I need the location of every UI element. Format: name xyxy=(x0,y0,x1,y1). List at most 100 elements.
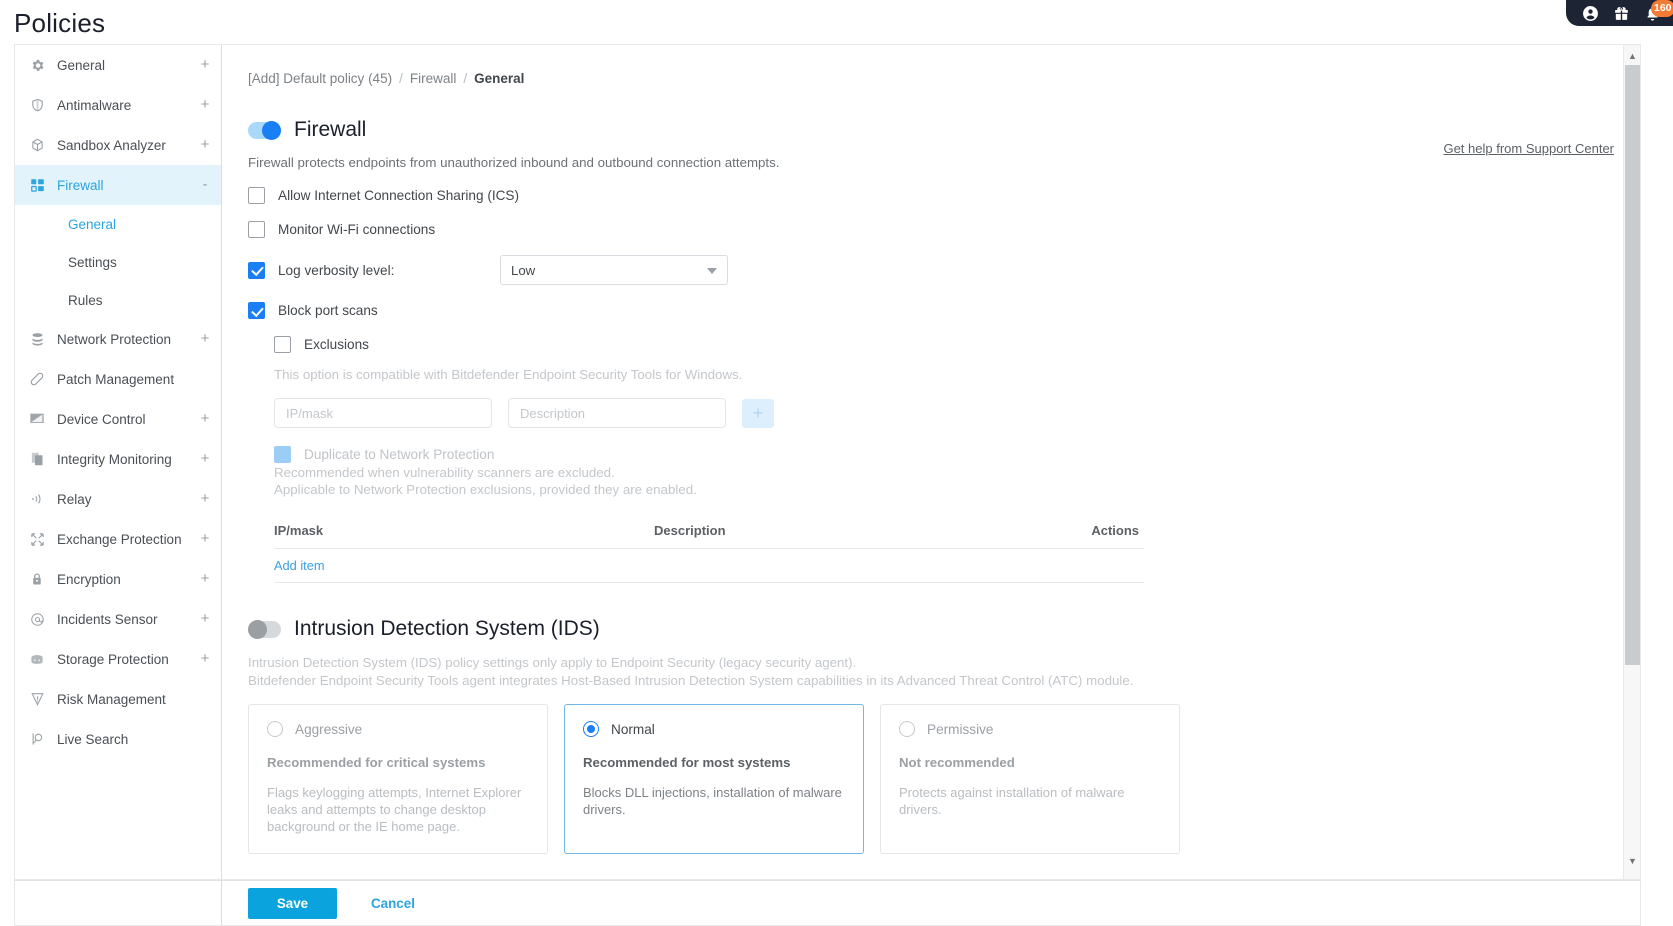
expander-icon[interactable]: + xyxy=(199,411,211,426)
ids-description-line-1: Intrusion Detection System (IDS) policy … xyxy=(248,655,857,670)
ids-level-subtitle: Recommended for most systems xyxy=(583,755,791,770)
sidebar-item-incidents-sensor[interactable]: Incidents Sensor + xyxy=(15,599,221,639)
ids-level-radio-permissive[interactable] xyxy=(899,721,915,737)
ids-level-name: Aggressive xyxy=(295,721,363,737)
column-header-actions: Actions xyxy=(1091,523,1139,538)
add-exclusion-button[interactable]: + xyxy=(742,398,774,428)
duplicate-to-network-protection-row[interactable]: Duplicate to Network Protection xyxy=(274,446,1596,463)
support-center-link[interactable]: Get help from Support Center xyxy=(1443,141,1614,156)
ids-level-card-normal[interactable]: Normal Recommended for most systems Bloc… xyxy=(564,704,864,855)
content-scrollbar[interactable]: ▲ ▼ xyxy=(1623,45,1640,879)
sidebar-subitem-settings[interactable]: Settings xyxy=(15,243,221,281)
sidebar-item-label: Sandbox Analyzer xyxy=(57,137,166,153)
firewall-toggle[interactable] xyxy=(248,120,281,140)
ids-level-card-header: Permissive xyxy=(899,721,1161,737)
sidebar-item-device-control[interactable]: Device Control + xyxy=(15,399,221,439)
exclusions-table-header: IP/mask Description Actions xyxy=(274,523,1144,549)
expander-icon[interactable]: + xyxy=(199,571,211,586)
ics-label: Allow Internet Connection Sharing (ICS) xyxy=(278,188,520,203)
expander-icon[interactable]: + xyxy=(199,57,211,72)
exchange-arrows-icon xyxy=(27,530,47,548)
ids-level-body: Blocks DLL injections, installation of m… xyxy=(583,785,842,818)
log-verbosity-row: Log verbosity level: Low xyxy=(248,255,1596,285)
duplicate-to-network-protection-checkbox[interactable] xyxy=(274,446,291,463)
expander-icon[interactable]: + xyxy=(199,137,211,152)
scroll-down-arrow-icon[interactable]: ▼ xyxy=(1624,852,1640,869)
broadcast-icon xyxy=(27,490,47,508)
user-circle-icon[interactable] xyxy=(1582,5,1599,22)
sidebar-item-live-search[interactable]: Live Search xyxy=(15,719,221,759)
duplicate-note-line-1: Recommended when vulnerability scanners … xyxy=(274,465,615,480)
page-title: Policies xyxy=(14,8,106,38)
log-verbosity-select[interactable]: Low xyxy=(500,255,728,285)
sidebar-subitem-general[interactable]: General xyxy=(15,205,221,243)
bell-icon[interactable]: 160 xyxy=(1644,0,1673,22)
scrollbar-thumb[interactable] xyxy=(1625,65,1640,665)
exclusion-description-input[interactable] xyxy=(508,398,726,428)
sidebar-item-patch-management[interactable]: Patch Management xyxy=(15,359,221,399)
ids-toggle[interactable] xyxy=(248,619,281,639)
ids-level-radio-aggressive[interactable] xyxy=(267,721,283,737)
ics-checkbox[interactable] xyxy=(248,187,265,204)
ids-section-header: Intrusion Detection System (IDS) xyxy=(248,617,1596,641)
ip-mask-input[interactable] xyxy=(274,398,492,428)
ids-level-body: Protects against installation of malware… xyxy=(899,785,1125,818)
sidebar-item-firewall[interactable]: Firewall - xyxy=(15,165,221,205)
ids-level-radio-normal[interactable] xyxy=(583,721,599,737)
expander-icon[interactable]: + xyxy=(199,611,211,626)
footer-sidebar-spacer xyxy=(14,880,222,926)
scroll-up-arrow-icon[interactable]: ▲ xyxy=(1624,47,1640,64)
database-stack-icon xyxy=(27,330,47,348)
block-port-scans-checkbox[interactable] xyxy=(248,302,265,319)
sidebar-item-general[interactable]: General + xyxy=(15,45,221,85)
breadcrumb-section[interactable]: Firewall xyxy=(410,71,457,86)
bandage-icon xyxy=(27,370,47,388)
cube-icon xyxy=(27,136,47,154)
gift-icon[interactable] xyxy=(1613,5,1630,22)
ics-option-row[interactable]: Allow Internet Connection Sharing (ICS) xyxy=(248,187,1596,204)
sidebar-item-antimalware[interactable]: Antimalware + xyxy=(15,85,221,125)
monitor-wifi-checkbox[interactable] xyxy=(248,221,265,238)
expander-icon[interactable]: + xyxy=(199,491,211,506)
breadcrumb-policy[interactable]: [Add] Default policy (45) xyxy=(248,71,392,86)
collapse-icon[interactable]: - xyxy=(199,177,211,192)
duplicate-note-line-2: Applicable to Network Protection exclusi… xyxy=(274,482,697,497)
sidebar-item-sandbox-analyzer[interactable]: Sandbox Analyzer + xyxy=(15,125,221,165)
breadcrumb-separator: / xyxy=(463,71,468,86)
shield-icon xyxy=(27,96,47,114)
exclusions-row[interactable]: Exclusions xyxy=(274,336,1596,353)
expander-icon[interactable]: + xyxy=(199,451,211,466)
sidebar-item-label: Relay xyxy=(57,491,92,507)
sidebar-subitem-label: Rules xyxy=(68,292,103,308)
wifi-option-row[interactable]: Monitor Wi-Fi connections xyxy=(248,221,1596,238)
log-verbosity-checkbox[interactable] xyxy=(248,261,265,279)
sidebar-item-relay[interactable]: Relay + xyxy=(15,479,221,519)
ids-level-name: Permissive xyxy=(927,721,994,737)
expander-icon[interactable]: + xyxy=(199,331,211,346)
policy-content-panel: [Add] Default policy (45) / Firewall / G… xyxy=(222,44,1641,880)
ids-level-card-permissive[interactable]: Permissive Not recommended Protects agai… xyxy=(880,704,1180,855)
add-item-link[interactable]: Add item xyxy=(274,558,325,573)
sidebar-subitem-rules[interactable]: Rules xyxy=(15,281,221,319)
expander-icon[interactable]: + xyxy=(199,531,211,546)
cancel-button[interactable]: Cancel xyxy=(365,895,421,912)
storage-shield-icon xyxy=(27,650,47,668)
sidebar-item-encryption[interactable]: Encryption + xyxy=(15,559,221,599)
save-button[interactable]: Save xyxy=(248,887,337,919)
sidebar-item-integrity-monitoring[interactable]: Integrity Monitoring + xyxy=(15,439,221,479)
policies-app-window: Policies 160 General + Antimalware + San… xyxy=(0,0,1673,926)
ids-level-card-aggressive[interactable]: Aggressive Recommended for critical syst… xyxy=(248,704,548,855)
expander-icon[interactable]: + xyxy=(199,97,211,112)
sidebar-item-exchange-protection[interactable]: Exchange Protection + xyxy=(15,519,221,559)
sidebar-item-network-protection[interactable]: Network Protection + xyxy=(15,319,221,359)
sidebar-item-label: Antimalware xyxy=(57,97,132,113)
sidebar-item-risk-management[interactable]: Risk Management xyxy=(15,679,221,719)
expander-icon[interactable]: + xyxy=(199,651,211,666)
duplicate-to-network-protection-label: Duplicate to Network Protection xyxy=(304,447,495,462)
block-port-scans-row[interactable]: Block port scans xyxy=(248,302,1596,319)
exclusions-checkbox[interactable] xyxy=(274,336,291,353)
ids-section-title: Intrusion Detection System (IDS) xyxy=(294,617,600,640)
sidebar-item-label: Live Search xyxy=(57,731,129,747)
sidebar-item-storage-protection[interactable]: Storage Protection + xyxy=(15,639,221,679)
breadcrumb-separator: / xyxy=(399,71,403,86)
